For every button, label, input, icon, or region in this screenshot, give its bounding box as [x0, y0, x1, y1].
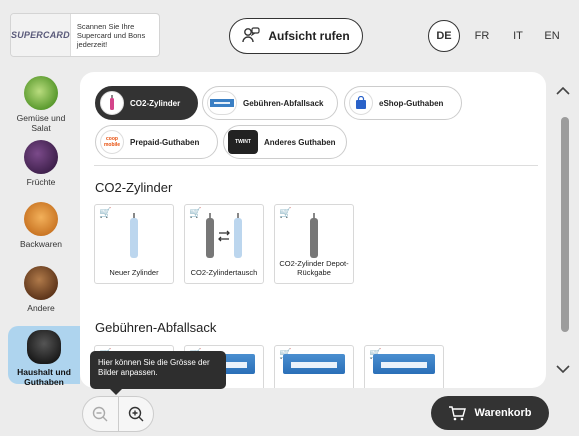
product-card-cylinder-deposit-return[interactable]: 🛒 CO2-Zylinder Depot-Rückgabe	[274, 204, 354, 284]
add-to-cart-icon: 🛒	[189, 208, 202, 219]
garbage-bag-image	[373, 354, 435, 374]
header: SUPERCARD Scannen Sie Ihre Supercard und…	[0, 0, 579, 70]
product-label: CO2-Zylinder Depot-Rückgabe	[279, 259, 349, 277]
chip-other-credit[interactable]: TWINT Anderes Guthaben	[223, 125, 347, 159]
chocolate-icon	[24, 266, 58, 300]
category-fruits[interactable]: Früchte	[6, 140, 76, 187]
lang-fr-button[interactable]: FR	[472, 20, 492, 52]
coop-mobile-icon: coop mobile	[100, 130, 124, 154]
chip-garbage-bag[interactable]: Gebühren-Abfallsack	[202, 86, 338, 120]
product-label: CO2-Zylindertausch	[190, 268, 258, 277]
zoom-tooltip: Hier können Sie die Grösse der Bilder an…	[90, 351, 226, 395]
supercard-hint: Scannen Sie Ihre Supercard und Bons jede…	[76, 21, 146, 49]
garbage-bag-image	[283, 354, 345, 374]
category-label: Andere	[27, 303, 55, 313]
garbage-bag-icon	[207, 91, 237, 115]
chip-label: Anderes Guthaben	[264, 137, 336, 147]
supercard-box[interactable]: SUPERCARD Scannen Sie Ihre Supercard und…	[10, 13, 160, 57]
call-supervisor-label: Aufsicht rufen	[268, 29, 350, 43]
co2-cylinder-icon	[100, 91, 124, 115]
add-to-cart-icon: 🛒	[279, 208, 292, 219]
cart-icon	[449, 406, 467, 421]
chip-eshop-credit[interactable]: eShop-Guthaben	[344, 86, 462, 120]
grapes-icon	[24, 140, 58, 174]
lang-de-button[interactable]: DE	[428, 20, 460, 52]
twint-icon: TWINT	[228, 130, 258, 154]
zoom-in-button[interactable]	[119, 397, 154, 431]
trash-bag-icon	[27, 330, 61, 364]
section-title-co2: CO2-Zylinder	[95, 180, 173, 195]
chip-label: Gebühren-Abfallsack	[243, 98, 324, 108]
cart-label: Warenkorb	[474, 407, 532, 419]
product-card-cylinder-exchange[interactable]: 🛒 CO2-Zylindertausch	[184, 204, 264, 284]
supercard-logo: SUPERCARD	[11, 14, 71, 56]
product-panel[interactable]: CO2-Zylinder Gebühren-Abfallsack eShop-G…	[80, 72, 546, 388]
chip-label: CO2-Zylinder	[130, 98, 181, 108]
chip-prepaid-credit[interactable]: coop mobile Prepaid-Guthaben	[95, 125, 218, 159]
product-card-new-cylinder[interactable]: 🛒 Neuer Zylinder	[94, 204, 174, 284]
category-household-credit[interactable]: Haushalt und Guthaben	[8, 326, 80, 387]
product-card-garbage-bag-3[interactable]: 🛒	[274, 345, 354, 388]
category-other[interactable]: Andere	[6, 266, 76, 313]
zoom-in-icon	[128, 406, 144, 422]
zoom-out-icon	[93, 406, 108, 422]
chevron-down-icon[interactable]	[556, 360, 570, 376]
zoom-out-button[interactable]	[83, 397, 119, 431]
product-label: Neuer Zylinder	[109, 268, 159, 277]
cylinder-exchange-image	[206, 213, 242, 258]
lang-it-button[interactable]: IT	[508, 20, 528, 52]
chevron-up-icon[interactable]	[556, 82, 570, 98]
section-title-garbage-bag: Gebühren-Abfallsack	[95, 320, 217, 335]
category-bakery[interactable]: Backwaren	[6, 202, 76, 249]
shopping-bag-icon	[349, 91, 373, 115]
chip-co2-cylinder[interactable]: CO2-Zylinder	[95, 86, 198, 120]
cylinder-image	[310, 213, 318, 258]
cylinder-image	[130, 213, 138, 258]
divider	[94, 165, 538, 166]
chip-label: eShop-Guthaben	[379, 98, 444, 108]
category-vegetables[interactable]: Gemüse und Salat	[6, 76, 76, 133]
category-label: Backwaren	[19, 239, 63, 249]
call-supervisor-button[interactable]: Aufsicht rufen	[229, 18, 363, 54]
croissant-icon	[24, 202, 58, 236]
add-to-cart-icon: 🛒	[99, 208, 112, 219]
category-label: Haushalt und Guthaben	[17, 367, 71, 387]
product-card-garbage-bag-4[interactable]: 🛒	[364, 345, 444, 388]
lang-en-button[interactable]: EN	[542, 20, 562, 52]
chip-label: Prepaid-Guthaben	[130, 137, 200, 147]
zoom-control	[82, 396, 154, 432]
person-help-icon	[242, 26, 260, 46]
lettuce-icon	[24, 76, 58, 110]
cart-button[interactable]: Warenkorb	[431, 396, 549, 430]
category-label: Früchte	[26, 177, 56, 187]
category-label: Gemüse und Salat	[16, 113, 66, 133]
scrollbar[interactable]	[561, 117, 569, 332]
